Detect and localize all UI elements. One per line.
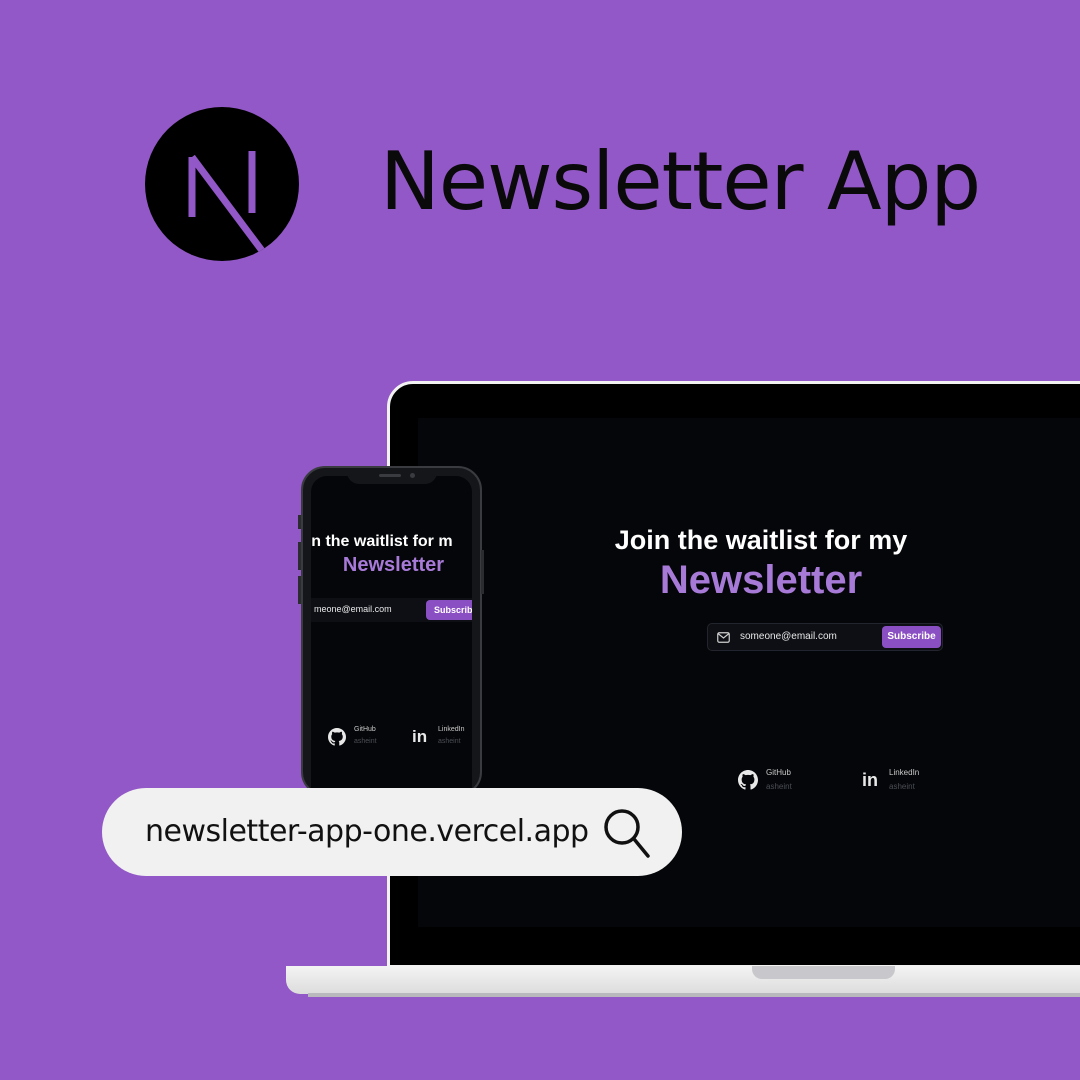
github-icon	[328, 728, 346, 746]
github-handle: asheint	[766, 782, 792, 791]
page-title: Newsletter App	[380, 135, 981, 228]
github-handle-mobile: asheint	[354, 738, 377, 745]
waitlist-heading-mobile: oin the waitlist for m	[311, 533, 453, 550]
url-bar[interactable]: newsletter-app-one.vercel.app	[102, 788, 682, 876]
newsletter-heading-mobile: Newsletter	[342, 554, 445, 576]
nextjs-logo-glyph	[188, 151, 266, 255]
subscribe-button-mobile[interactable]: Subscribe	[426, 600, 472, 620]
subscribe-button[interactable]: Subscribe	[882, 626, 941, 648]
laptop-mockup: Join the waitlist for my Newsletter some…	[387, 381, 1080, 968]
phone-notch	[347, 468, 437, 484]
email-field[interactable]: someone@email.com Subscribe	[707, 623, 943, 651]
laptop-base	[286, 966, 1080, 994]
search-icon[interactable]	[601, 806, 653, 860]
github-label: GitHub	[766, 768, 791, 777]
waitlist-heading: Join the waitlist for my	[614, 525, 908, 555]
linkedin-icon: in	[412, 727, 428, 746]
github-icon	[738, 770, 758, 790]
phone-mockup: oin the waitlist for m Newsletter meone@…	[301, 466, 482, 796]
mail-icon	[717, 632, 730, 643]
email-field-mobile[interactable]: meone@email.com Subscribe	[311, 598, 472, 622]
laptop-foot	[308, 993, 1080, 997]
laptop-trackpad-notch	[752, 966, 895, 979]
linkedin-icon: in	[862, 770, 878, 790]
phone-power-button	[481, 550, 484, 594]
url-text: newsletter-app-one.vercel.app	[145, 814, 589, 849]
github-label-mobile: GitHub	[354, 726, 376, 733]
linkedin-handle-mobile: asheint	[438, 738, 461, 745]
nextjs-logo	[145, 107, 299, 261]
phone-speaker	[379, 474, 401, 477]
email-value-mobile: meone@email.com	[314, 604, 392, 614]
linkedin-handle: asheint	[889, 782, 915, 791]
newsletter-heading: Newsletter	[659, 558, 863, 602]
phone-camera	[410, 473, 415, 478]
email-value: someone@email.com	[740, 631, 837, 642]
linkedin-label: LinkedIn	[889, 768, 920, 777]
linkedin-label-mobile: LinkedIn	[438, 726, 465, 733]
phone-screen: oin the waitlist for m Newsletter meone@…	[311, 476, 472, 794]
